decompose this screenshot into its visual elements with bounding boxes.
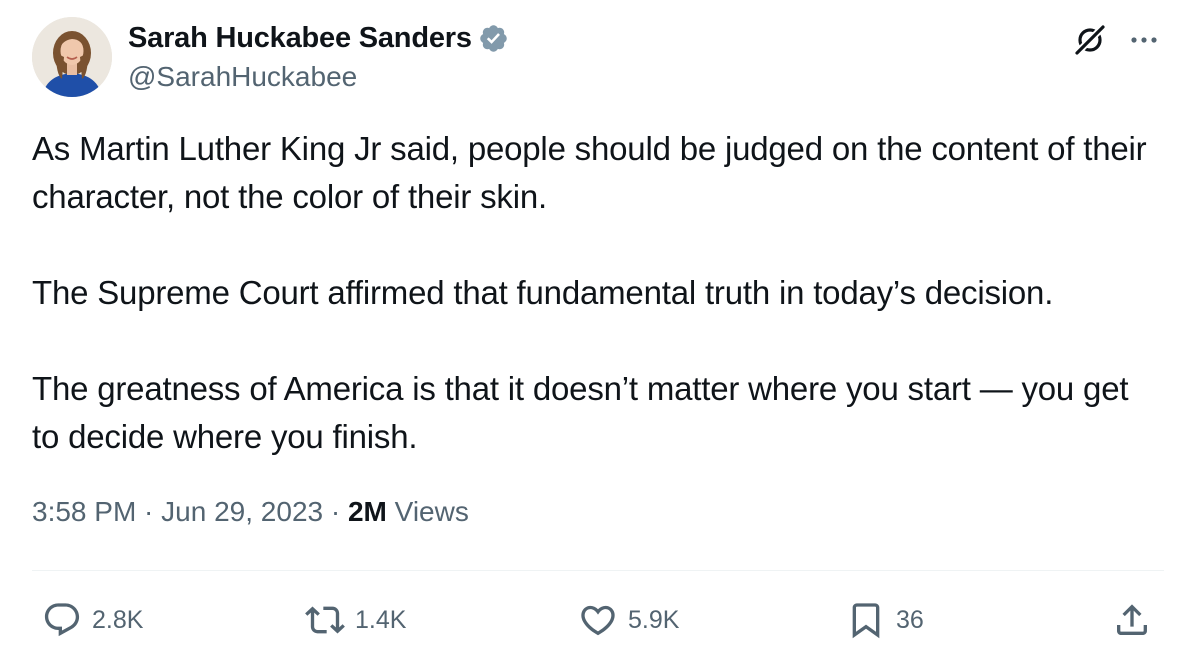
- tweet-date[interactable]: Jun 29, 2023: [161, 496, 323, 527]
- meta-separator: ·: [136, 496, 162, 527]
- like-count: 5.9K: [628, 605, 680, 634]
- reply-count: 2.8K: [92, 605, 144, 634]
- retweet-button[interactable]: 1.4K: [305, 598, 406, 642]
- reply-icon: [44, 603, 80, 637]
- like-button[interactable]: 5.9K: [578, 598, 679, 642]
- retweet-icon: [305, 606, 345, 634]
- avatar[interactable]: [32, 17, 112, 97]
- reply-button[interactable]: 2.8K: [42, 598, 143, 642]
- tweet-text: As Martin Luther King Jr said, people sh…: [32, 125, 1162, 461]
- divider: [32, 570, 1164, 571]
- bookmark-button[interactable]: 36: [846, 598, 924, 642]
- bookmark-count: 36: [896, 605, 924, 634]
- tweet-time[interactable]: 3:58 PM: [32, 496, 136, 527]
- tweet-paragraph: As Martin Luther King Jr said, people sh…: [32, 130, 1147, 215]
- share-button[interactable]: [1112, 598, 1152, 642]
- author-handle[interactable]: @SarahHuckabee: [128, 61, 357, 93]
- grok-icon[interactable]: [1072, 22, 1108, 58]
- tweet-meta: 3:58 PM · Jun 29, 2023 · 2M Views: [32, 496, 469, 528]
- tweet-paragraph: The Supreme Court affirmed that fundamen…: [32, 274, 1054, 311]
- more-options-icon[interactable]: [1124, 22, 1164, 58]
- retweet-count: 1.4K: [355, 605, 407, 634]
- heart-icon: [581, 605, 615, 636]
- views-label: Views: [386, 496, 469, 527]
- avatar-photo: [32, 17, 112, 97]
- share-icon: [1117, 604, 1147, 635]
- verified-badge-icon[interactable]: [478, 23, 509, 54]
- author-name-row: Sarah Huckabee Sanders: [128, 19, 509, 57]
- views-count: 2M: [347, 496, 387, 527]
- bookmark-icon: [852, 603, 880, 639]
- tweet-paragraph: The greatness of America is that it does…: [32, 370, 1129, 455]
- author-display-name[interactable]: Sarah Huckabee Sanders: [128, 22, 472, 55]
- meta-separator: ·: [323, 496, 348, 527]
